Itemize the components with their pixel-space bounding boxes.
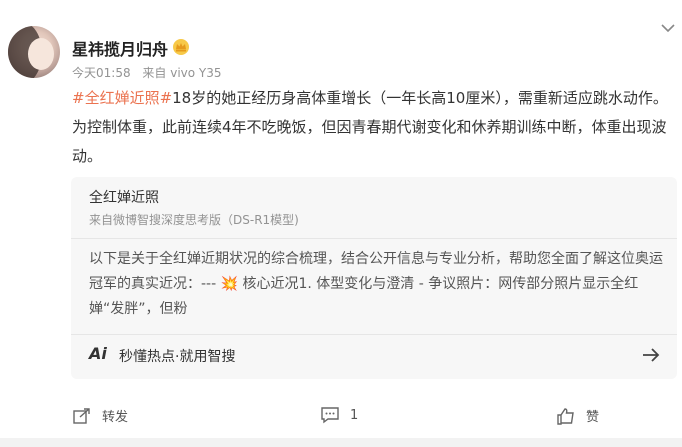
- action-bar: 转发 1 赞: [0, 398, 682, 434]
- vip-crown-icon: [173, 39, 189, 55]
- ai-icon: Ai: [89, 344, 107, 363]
- zhisou-footer-label[interactable]: 秒懂热点·就用智搜: [119, 346, 235, 366]
- like-icon: [557, 407, 574, 425]
- repost-label: 转发: [102, 410, 129, 425]
- post-time[interactable]: 今天01:58: [72, 66, 131, 80]
- quoted-body: 以下是关于全红婵近期状况的综合梳理，结合公开信息与专业分析，帮助您全面了解这位奥…: [89, 247, 663, 322]
- quoted-card[interactable]: 全红婵近照 来自微博智搜深度思考版（DS-R1模型) 以下是关于全红婵近期状况的…: [71, 177, 677, 379]
- username[interactable]: 星祎揽月归舟: [72, 36, 168, 60]
- divider: [71, 238, 677, 239]
- arrow-right-icon[interactable]: [641, 347, 661, 363]
- post-text: #全红婵近照#18岁的她正经历身高体重增长（一年长高10厘米），需重新适应跳水动…: [72, 84, 672, 171]
- comment-count: 1: [350, 407, 359, 423]
- divider: [71, 334, 677, 335]
- post-meta: 今天01:58 来自 vivo Y35: [72, 64, 222, 81]
- like-label: 赞: [586, 410, 600, 425]
- comment-icon: [321, 407, 339, 424]
- burst-icon: 💥: [220, 276, 239, 292]
- weibo-post-card: 星祎揽月归舟 今天01:58 来自 vivo Y35 #全红婵近照#18岁的她正…: [0, 0, 682, 438]
- repost-icon: [73, 407, 90, 424]
- like-button[interactable]: 赞: [556, 406, 599, 425]
- avatar[interactable]: [8, 26, 60, 78]
- repost-button[interactable]: 转发: [72, 406, 128, 425]
- quoted-title[interactable]: 全红婵近照: [89, 187, 159, 207]
- comment-button[interactable]: 1: [320, 406, 358, 424]
- post-source: 来自 vivo Y35: [142, 66, 222, 80]
- hashtag-link[interactable]: #全红婵近照#: [72, 89, 172, 107]
- quoted-source: 来自微博智搜深度思考版（DS-R1模型): [89, 213, 299, 227]
- chevron-down-icon[interactable]: [660, 22, 676, 34]
